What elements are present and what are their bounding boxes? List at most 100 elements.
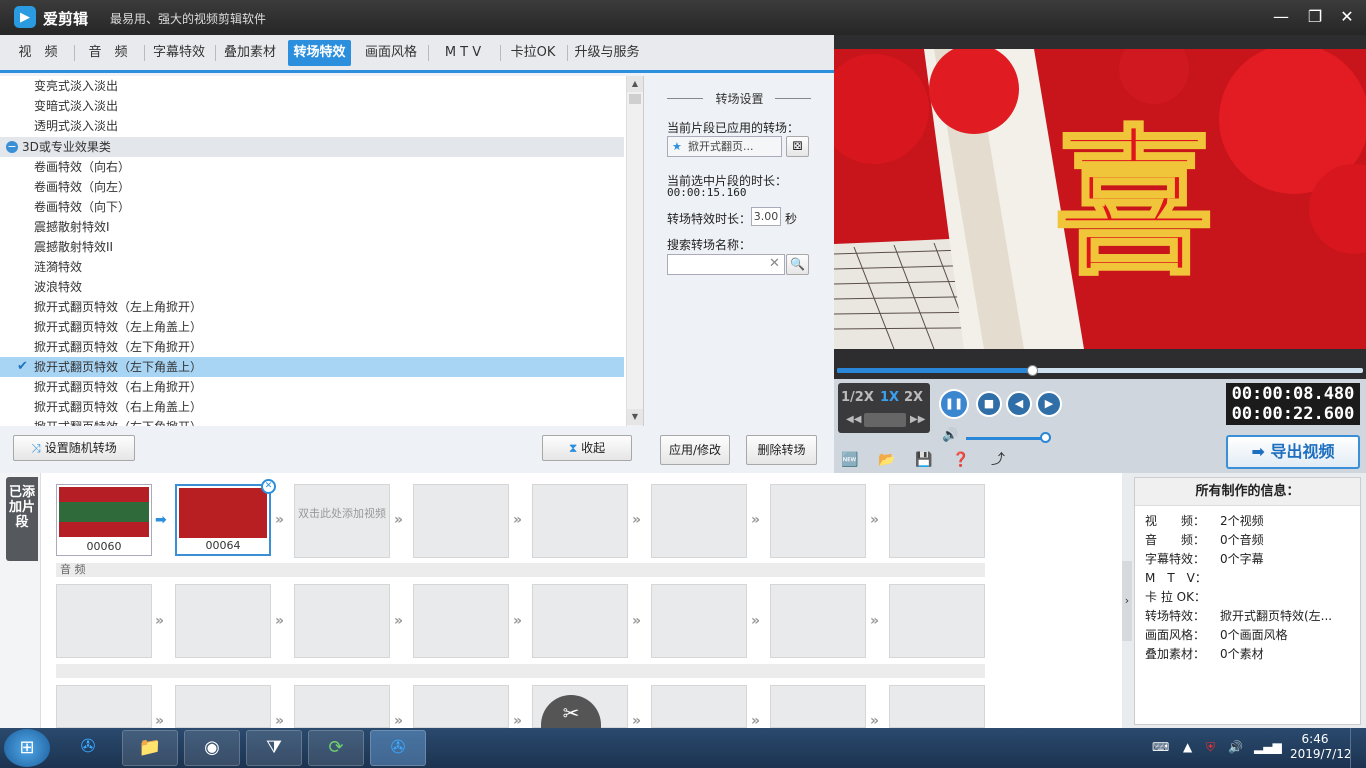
tab-mtv[interactable]: M T V xyxy=(430,40,496,66)
speaker-icon[interactable]: 🔊 xyxy=(1228,740,1243,754)
open-folder-icon[interactable]: 📂 xyxy=(877,451,897,469)
rewind-icon[interactable]: ◀◀ xyxy=(846,414,861,425)
list-item[interactable]: 掀开式翻页特效（左上角掀开） xyxy=(0,297,624,317)
speed-2x[interactable]: 2X xyxy=(904,390,923,405)
search-icon: 🔍 xyxy=(790,257,805,271)
search-input[interactable] xyxy=(667,254,785,275)
taskbar-explorer-icon[interactable]: 📁 xyxy=(122,730,178,766)
taskbar-firefox-icon[interactable]: ◉ xyxy=(184,730,240,766)
show-desktop-button[interactable] xyxy=(1350,728,1366,768)
search-button[interactable]: 🔍 xyxy=(786,254,809,275)
tab-overlay-materials[interactable]: 叠加素材 xyxy=(217,40,283,66)
list-item[interactable]: 透明式淡入淡出 xyxy=(0,116,624,136)
next-button[interactable]: ▶ xyxy=(1036,391,1062,417)
fast-forward-icon[interactable]: ▶▶ xyxy=(910,414,925,425)
empty-slot xyxy=(294,685,390,728)
clip-00060[interactable]: 00060 xyxy=(56,484,152,556)
list-item[interactable]: 波浪特效 xyxy=(0,277,624,297)
empty-slot xyxy=(175,584,271,658)
transition-arrow-icon[interactable]: ➡ xyxy=(155,513,169,527)
effect-duration-label: 转场特效时长： xyxy=(667,212,752,226)
save-icon[interactable]: 💾 xyxy=(914,451,934,469)
random-transition-button[interactable]: ⤨ 设置随机转场 xyxy=(13,435,135,461)
list-item[interactable]: 变暗式淡入淡出 xyxy=(0,96,624,116)
share-icon[interactable]: ⤴ xyxy=(988,451,1008,469)
scroll-down-icon[interactable]: ▼ xyxy=(627,409,643,425)
taskbar-editor-icon[interactable]: ⧩ xyxy=(246,730,302,766)
help-icon[interactable]: ❓ xyxy=(951,451,971,469)
list-item[interactable]: 掀开式翻页特效（左下角掀开） xyxy=(0,337,624,357)
list-item[interactable]: 涟漪特效 xyxy=(0,257,624,277)
list-item[interactable]: 掀开式翻页特效（右上角掀开） xyxy=(0,377,624,397)
list-item[interactable]: 震撼散射特效II xyxy=(0,237,624,257)
category-3d-effects[interactable]: −3D或专业效果类 xyxy=(0,137,624,157)
video-preview[interactable]: 喜 xyxy=(834,49,1366,349)
collapse-button[interactable]: ⧗ 收起 xyxy=(542,435,632,461)
volume-knob[interactable] xyxy=(1040,432,1051,443)
list-item[interactable]: 掀开式翻页特效（右下角掀开） xyxy=(0,417,624,426)
minimize-button[interactable]: — xyxy=(1270,6,1292,28)
list-item[interactable]: 卷画特效（向右） xyxy=(0,157,624,177)
dice-button[interactable]: ⚄ xyxy=(786,136,809,157)
tab-karaoke[interactable]: 卡拉OK xyxy=(502,40,564,66)
playback-progress[interactable] xyxy=(837,365,1363,376)
total-time: 00:00:22.600 xyxy=(1231,404,1355,424)
taskbar-aijianji-icon[interactable]: ✇ xyxy=(370,730,426,766)
previous-button[interactable]: ◀ xyxy=(1006,391,1032,417)
list-item[interactable]: 掀开式翻页特效（左上角盖上） xyxy=(0,317,624,337)
volume-icon[interactable]: 🔊 xyxy=(942,428,958,443)
list-item[interactable]: 掀开式翻页特效（右上角盖上） xyxy=(0,397,624,417)
tab-picture-style[interactable]: 画面风格 xyxy=(358,40,424,66)
taskbar-media-icon[interactable]: ✇ xyxy=(60,730,116,766)
delete-transition-button[interactable]: 删除转场 xyxy=(746,435,817,465)
remove-clip-icon[interactable]: ✕ xyxy=(261,479,276,494)
added-clips-tab[interactable]: 已添加片段 xyxy=(6,477,38,561)
start-button[interactable]: ⊞ xyxy=(4,729,50,767)
tab-video[interactable]: 视 频 xyxy=(6,40,70,66)
list-item[interactable]: 卷画特效（向左） xyxy=(0,177,624,197)
empty-slot xyxy=(770,685,866,728)
keyboard-icon[interactable]: ⌨ xyxy=(1152,740,1169,754)
pause-button[interactable]: ❚❚ xyxy=(939,389,969,419)
transition-arrow-icon[interactable]: » xyxy=(275,513,289,527)
progress-knob[interactable] xyxy=(1026,365,1038,376)
progress-fill xyxy=(837,368,1032,373)
security-icon[interactable]: ⛨ xyxy=(1206,740,1215,755)
speed-half[interactable]: 1/2X xyxy=(841,390,874,405)
expand-icon[interactable]: › xyxy=(1122,561,1132,641)
clear-icon[interactable]: ✕ xyxy=(769,256,780,271)
list-item[interactable]: 卷画特效（向下） xyxy=(0,197,624,217)
pause-icon: ❚❚ xyxy=(944,397,964,410)
scroll-thumb[interactable] xyxy=(629,94,641,104)
speed-1x[interactable]: 1X xyxy=(880,390,899,405)
effect-duration-input[interactable]: 3.00 xyxy=(751,207,781,226)
new-project-icon[interactable]: 🆕 xyxy=(840,451,860,469)
clip-00064[interactable]: 00064 ✕ xyxy=(175,479,276,556)
list-item-selected[interactable]: ✔ 掀开式翻页特效（左下角盖上） xyxy=(0,357,624,377)
stop-button[interactable]: ■ xyxy=(976,391,1002,417)
list-item[interactable]: 震撼散射特效I xyxy=(0,217,624,237)
search-label: 搜索转场名称： xyxy=(667,238,752,252)
list-item[interactable]: 变亮式淡入淡出 xyxy=(0,76,624,96)
apply-button[interactable]: 应用/修改 xyxy=(660,435,730,465)
volume-slider[interactable] xyxy=(966,437,1044,440)
tab-transitions[interactable]: 转场特效 xyxy=(288,40,351,66)
add-video-placeholder[interactable]: 双击此处添加视频 xyxy=(294,484,390,558)
speed-slider[interactable] xyxy=(864,413,906,427)
transition-arrow-icon: » xyxy=(751,512,761,528)
list-scrollbar[interactable]: ▲ ▼ xyxy=(626,76,643,426)
scroll-up-icon[interactable]: ▲ xyxy=(627,76,643,92)
hourglass-icon: ⧗ xyxy=(568,441,582,455)
taskbar-sync-icon[interactable]: ⟳ xyxy=(308,730,364,766)
tab-subtitle-effects[interactable]: 字幕特效 xyxy=(146,40,212,66)
system-clock[interactable]: 6:46 2019/7/12 xyxy=(1290,732,1352,762)
tab-audio[interactable]: 音 频 xyxy=(76,40,140,66)
network-icon[interactable]: ▂▄▆ xyxy=(1254,740,1282,754)
export-video-button[interactable]: ➡ 导出视频 xyxy=(1226,435,1360,469)
app-logo-icon: ▶ xyxy=(14,6,36,28)
tab-upgrade-services[interactable]: 升级与服务 xyxy=(569,40,645,66)
close-button[interactable]: ✕ xyxy=(1336,6,1358,28)
maximize-button[interactable]: ❐ xyxy=(1304,6,1326,28)
empty-slot xyxy=(532,584,628,658)
tray-expand-icon[interactable]: ▲ xyxy=(1183,740,1192,754)
